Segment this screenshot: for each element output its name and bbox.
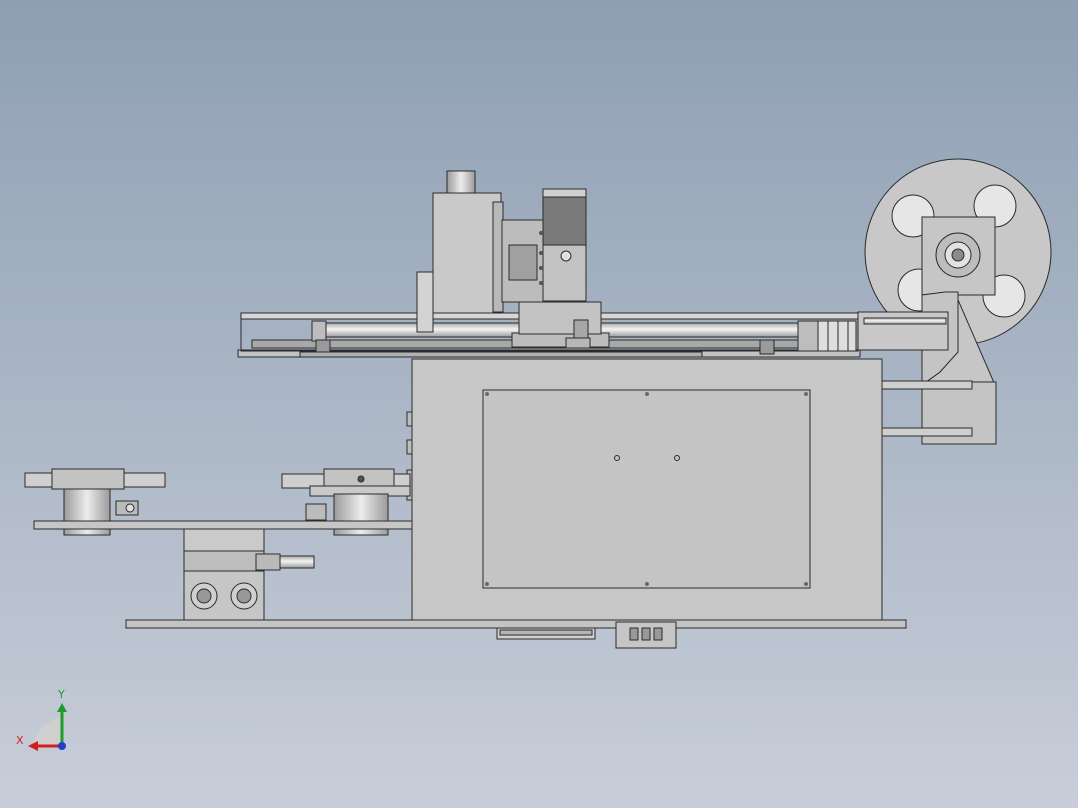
- triad-y-label: Y: [58, 688, 65, 701]
- center-pulley-bottom: [333, 528, 389, 536]
- stepper-shaft: [560, 250, 572, 262]
- bracket-slot: [629, 627, 639, 641]
- support-arm-upper: [881, 380, 973, 390]
- motor-bracket-window: [508, 244, 538, 281]
- cabinet-side-latch: [406, 411, 413, 427]
- motor-shaft-cap: [446, 170, 476, 194]
- bracket-slot: [653, 627, 663, 641]
- rail-stop-right: [759, 339, 775, 355]
- base-plate: [125, 619, 907, 629]
- carriage-base: [511, 332, 610, 348]
- rod-end-block-right: [797, 320, 819, 352]
- carriage-block: [518, 301, 602, 335]
- gear-wheel-left-inner: [196, 588, 212, 604]
- gear-wheel-right-inner: [236, 588, 252, 604]
- rail-lower: [299, 351, 703, 358]
- motor-housing: [432, 192, 502, 314]
- center-clamp-screw: [357, 475, 365, 483]
- rail-stop-left: [315, 339, 331, 353]
- motor-housing-side: [416, 271, 434, 333]
- sensor-fitting: [255, 553, 281, 571]
- triad-x-label: X: [16, 734, 24, 747]
- graphics-viewport[interactable]: X Y: [0, 0, 1078, 808]
- left-bolt: [125, 503, 135, 513]
- reel-hub-core: [951, 248, 965, 262]
- base-foot-left-inner: [499, 629, 593, 636]
- carriage-clamp-lower: [565, 337, 591, 349]
- stepper-motor-cap: [542, 188, 587, 198]
- bracket-slot: [641, 627, 651, 641]
- rail-extension-rod: [863, 317, 947, 325]
- carriage-clamp: [573, 319, 589, 339]
- machine-drawing: [0, 0, 1078, 808]
- center-pulley: [333, 493, 389, 522]
- cabinet-side-latch: [406, 439, 413, 455]
- center-bolt-block: [305, 503, 327, 521]
- sensor-body: [279, 555, 315, 569]
- support-arm-lower: [881, 427, 973, 437]
- left-pulley: [63, 488, 111, 522]
- coupling: [817, 320, 857, 352]
- rod-end-block-left: [311, 320, 327, 342]
- cabinet-panel: [482, 389, 811, 589]
- left-pulley-bottom: [63, 528, 111, 536]
- gearbox-upper: [183, 528, 265, 552]
- left-top-clamp: [51, 468, 125, 490]
- gearbox-mid: [183, 550, 265, 572]
- conveyor-plate: [33, 520, 413, 530]
